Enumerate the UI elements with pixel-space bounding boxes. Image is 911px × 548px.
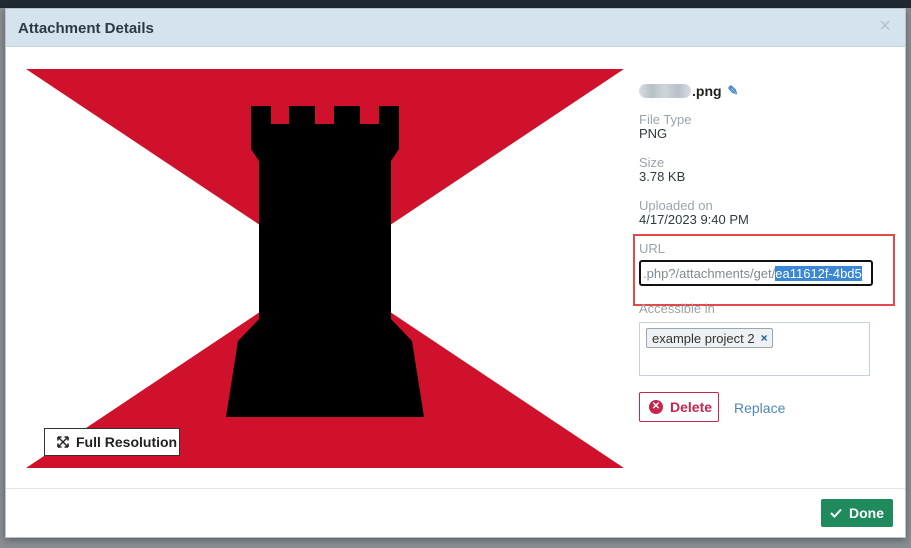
file-name: .png ✎: [639, 83, 738, 99]
uploaded-value: 4/17/2023 9:40 PM: [639, 212, 749, 227]
full-resolution-label: Full Resolution: [76, 434, 178, 450]
file-name-suffix: .png: [692, 83, 722, 99]
blurred-file-name: [639, 84, 691, 98]
url-selected-text: ea11612f-4bd5: [775, 266, 862, 281]
checkmark-icon: [830, 508, 842, 518]
dialog-header: Attachment Details ×: [6, 9, 905, 47]
url-highlight-box: .php?/attachments/get/ea11612f-4bd5: [633, 234, 895, 306]
replace-link[interactable]: Replace: [734, 400, 785, 416]
done-button[interactable]: Done: [821, 499, 893, 527]
accessible-in-label: Accessible in: [639, 301, 715, 316]
url-prefix-text: .php?/attachments/get/: [643, 266, 776, 281]
delete-circle-icon: ✕: [649, 400, 663, 414]
done-label: Done: [849, 505, 884, 521]
dialog-footer: Done: [6, 488, 905, 537]
url-field[interactable]: .php?/attachments/get/ea11612f-4bd5: [639, 260, 873, 286]
expand-icon: [57, 436, 69, 448]
dialog-title: Attachment Details: [18, 20, 154, 37]
uploaded-label: Uploaded on: [639, 198, 713, 213]
attachment-details-dialog: Attachment Details × Full Resolution .ph…: [5, 8, 906, 538]
close-icon[interactable]: ×: [875, 16, 895, 36]
size-value: 3.78 KB: [639, 169, 686, 184]
accessible-in-field[interactable]: example project 2 ×: [639, 322, 870, 376]
app-top-bar: [0, 0, 911, 8]
project-tag-label: example project 2: [652, 330, 755, 346]
size-label: Size: [639, 155, 665, 170]
project-tag: example project 2 ×: [646, 328, 773, 348]
delete-label: Delete: [670, 399, 713, 415]
file-type-label: File Type: [639, 112, 692, 127]
delete-button[interactable]: ✕ Delete: [639, 392, 719, 422]
file-type-value: PNG: [639, 126, 668, 141]
image-preview: [26, 69, 624, 468]
pencil-icon[interactable]: ✎: [728, 83, 739, 99]
url-label: URL: [639, 241, 666, 256]
full-resolution-button[interactable]: Full Resolution: [44, 428, 180, 456]
remove-tag-icon[interactable]: ×: [761, 331, 768, 345]
flag-image: [26, 69, 624, 468]
